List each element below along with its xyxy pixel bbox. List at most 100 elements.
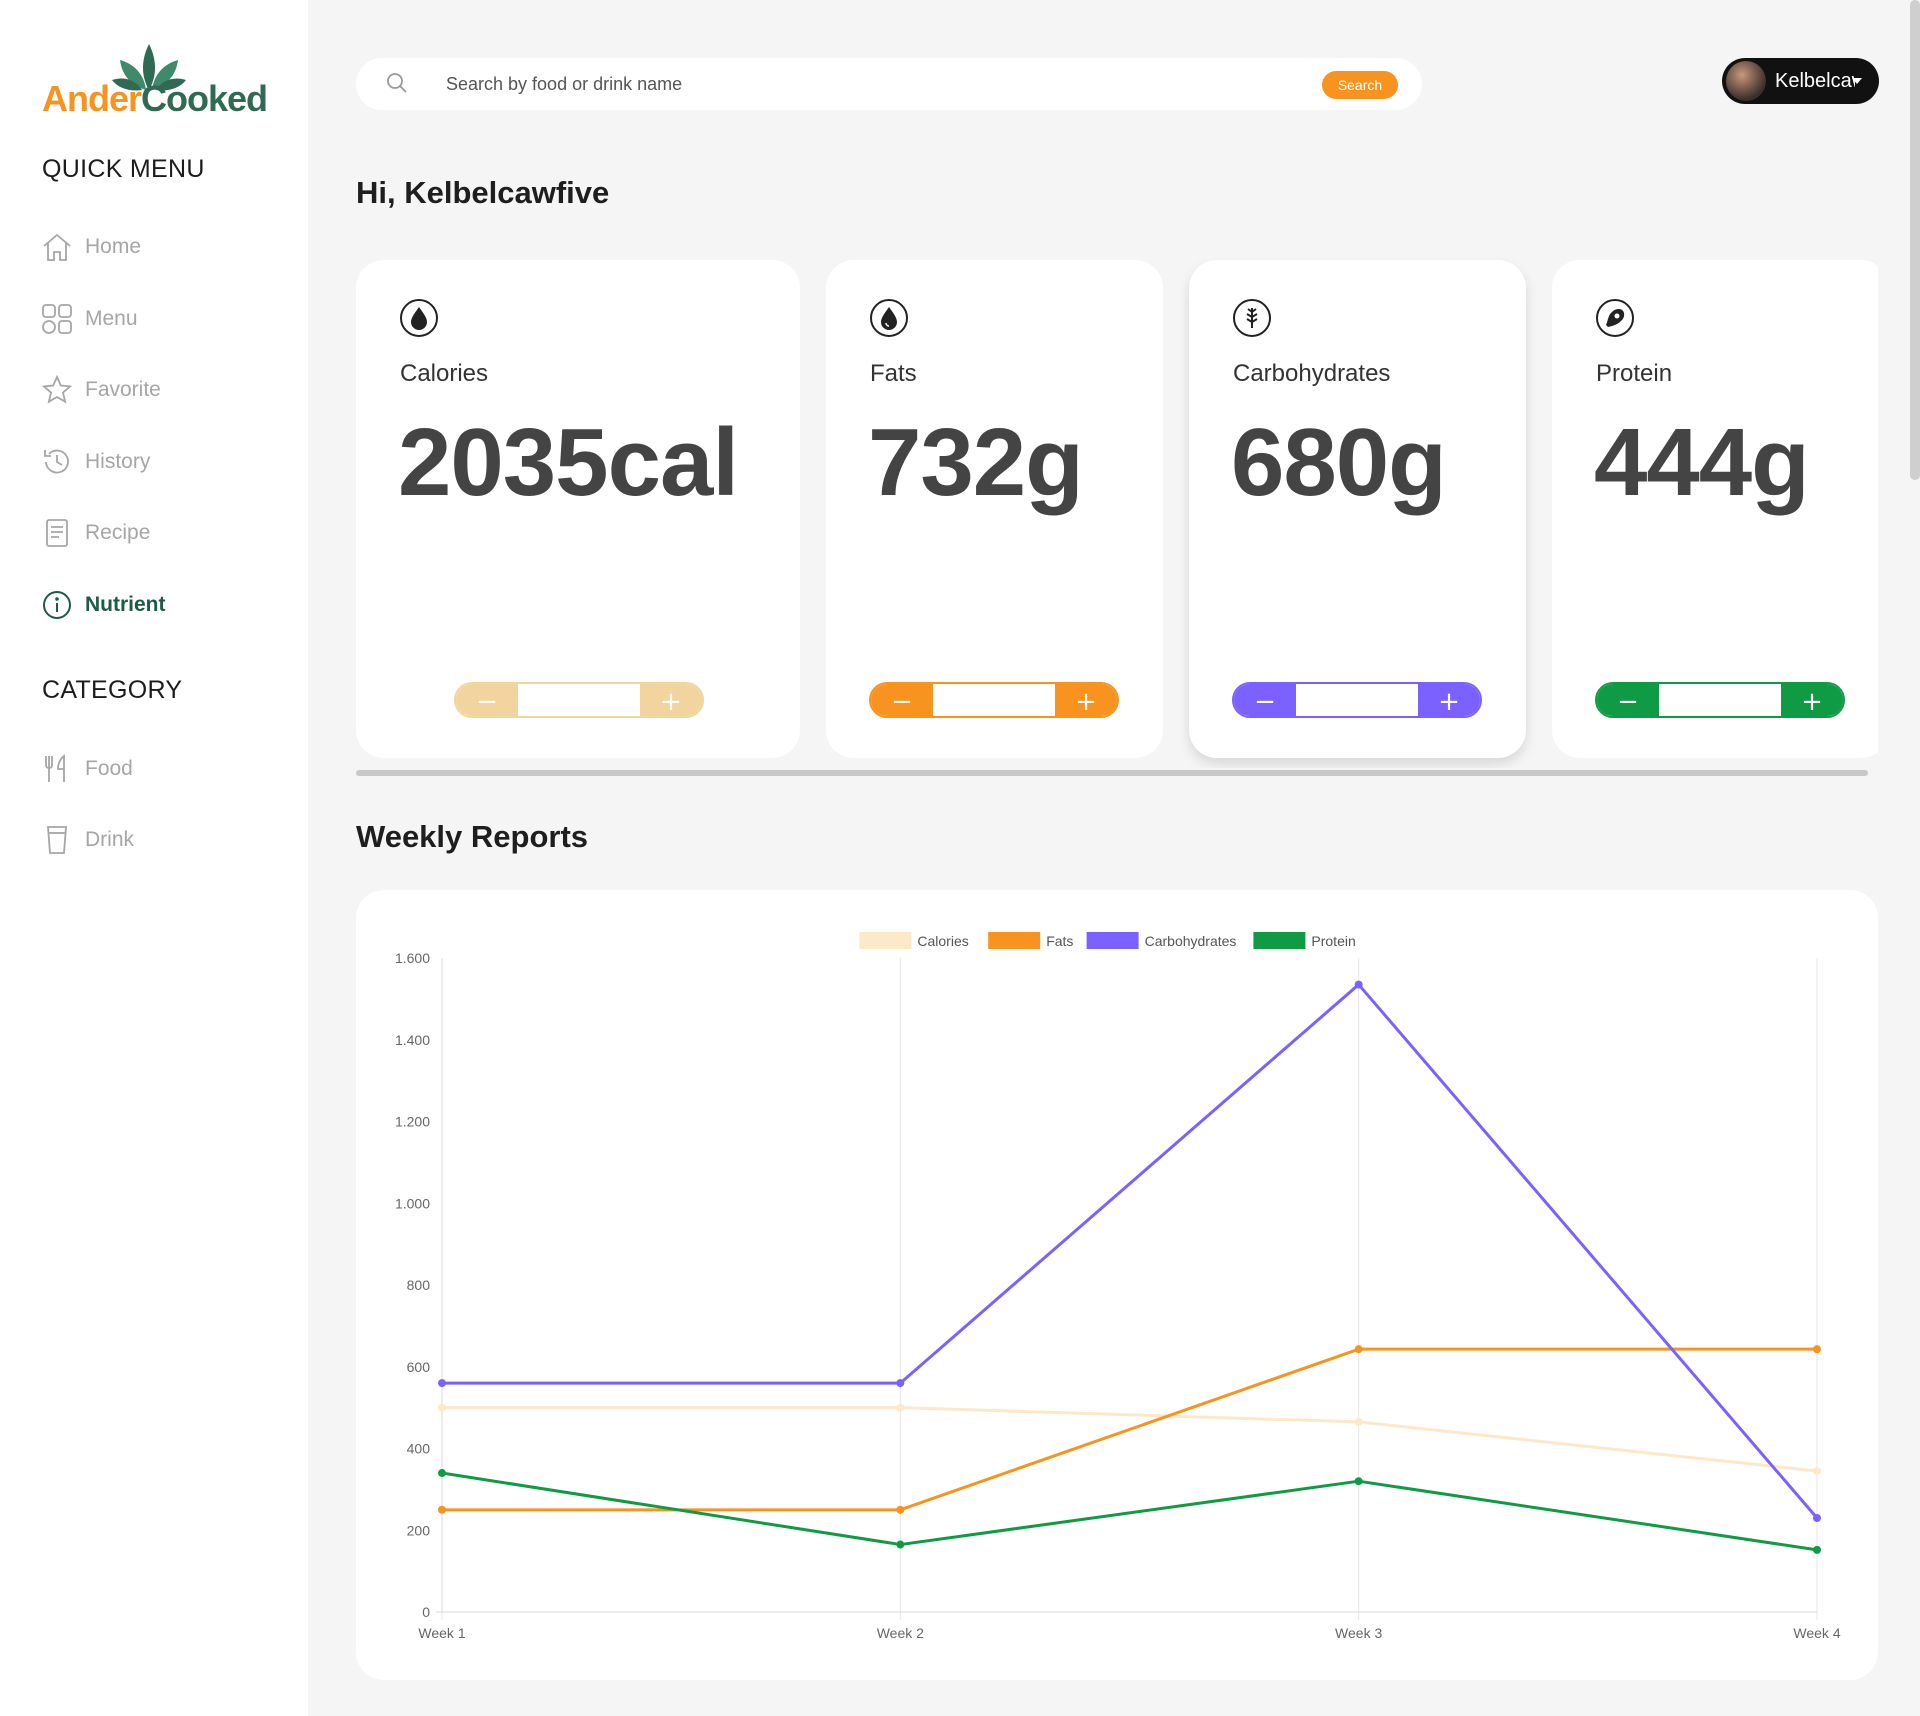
data-point-carbohydrates (438, 1379, 446, 1388)
sidebar: AnderCooked QUICK MENU Home Menu Favorit… (0, 0, 308, 1716)
data-point-carbohydrates (1813, 1513, 1821, 1522)
card-title: Protein (1596, 360, 1673, 387)
x-tick-label: Week 3 (1335, 1625, 1382, 1641)
y-tick-label: 1.600 (395, 950, 430, 966)
data-point-fats (438, 1505, 446, 1514)
sidebar-item-label: Nutrient (85, 593, 166, 616)
series-line-protein (441, 1471, 1818, 1552)
fork-knife-icon (40, 752, 74, 786)
legend-label: Fats (1046, 933, 1073, 949)
data-point-calories (1354, 1417, 1363, 1426)
data-point-calories (1813, 1466, 1821, 1475)
document-icon (40, 516, 74, 550)
legend-swatch-carbohydrates (1086, 932, 1139, 949)
calories-stepper: − + (454, 682, 704, 718)
home-icon (40, 230, 74, 264)
data-point-fats (896, 1505, 905, 1514)
data-point-calories (896, 1403, 905, 1412)
decrement-button[interactable]: − (1234, 684, 1296, 716)
sidebar-item-favorite[interactable]: Favorite (40, 367, 280, 413)
x-tick-label: Week 2 (877, 1625, 924, 1641)
increment-button[interactable]: + (1418, 684, 1480, 716)
card-title: Carbohydrates (1233, 360, 1391, 387)
x-tick-label: Week 4 (1793, 1625, 1840, 1641)
sidebar-item-recipe[interactable]: Recipe (40, 510, 280, 556)
sidebar-item-nutrient[interactable]: Nutrient (40, 582, 280, 628)
sidebar-item-label: History (85, 450, 151, 473)
user-name: Kelbelcawfive (1775, 69, 1855, 92)
nutrient-card-carbohydrates: Carbohydrates 680g − + (1189, 260, 1526, 758)
search-icon[interactable] (386, 72, 408, 99)
history-icon (40, 445, 74, 479)
search-input[interactable] (446, 70, 1326, 98)
legend-label: Calories (917, 933, 968, 949)
quick-menu-title: QUICK MENU (42, 155, 205, 183)
sidebar-item-label: Food (85, 757, 133, 780)
stepper-value[interactable] (1296, 684, 1418, 716)
info-icon (40, 588, 74, 622)
decrement-button[interactable]: − (871, 684, 933, 716)
y-tick-label: 600 (407, 1359, 431, 1375)
greeting: Hi, Kelbelcawfive (356, 175, 610, 210)
user-menu[interactable]: Kelbelcawfive (1722, 58, 1879, 104)
increment-button[interactable]: + (1781, 684, 1843, 716)
stepper-value[interactable] (933, 684, 1055, 716)
card-value: 2035cal (398, 409, 739, 516)
sidebar-item-label: Favorite (85, 378, 161, 401)
series-line-fats (442, 1347, 1817, 1512)
legend-label: Carbohydrates (1145, 933, 1237, 949)
card-value: 444g (1594, 409, 1810, 516)
stepper-value[interactable] (1659, 684, 1781, 716)
y-tick-label: 800 (407, 1277, 431, 1293)
increment-button[interactable]: + (640, 684, 702, 716)
y-tick-label: 400 (407, 1441, 431, 1457)
drop-outline-icon (869, 298, 909, 338)
search-button[interactable]: Search (1322, 71, 1398, 99)
y-tick-label: 1.200 (395, 1114, 430, 1130)
chevron-down-icon (1852, 78, 1862, 84)
data-point-protein (896, 1540, 905, 1549)
sidebar-item-menu[interactable]: Menu (40, 296, 280, 342)
legend-label: Protein (1311, 933, 1355, 949)
weekly-reports-title: Weekly Reports (356, 819, 589, 854)
decrement-button[interactable]: − (456, 684, 518, 716)
sidebar-item-label: Menu (85, 307, 138, 330)
cup-icon (40, 823, 74, 857)
legend-swatch-calories (859, 932, 912, 949)
y-tick-label: 0 (422, 1604, 430, 1620)
card-title: Fats (870, 360, 917, 387)
grid-icon (40, 302, 74, 336)
sidebar-item-drink[interactable]: Drink (40, 817, 280, 863)
meat-icon (1595, 298, 1635, 338)
search-bar: Search (356, 58, 1422, 110)
decrement-button[interactable]: − (1597, 684, 1659, 716)
sidebar-item-food[interactable]: Food (40, 746, 280, 792)
nutrient-card-protein: Protein 444g − + (1552, 260, 1878, 758)
sidebar-item-label: Drink (85, 828, 135, 851)
card-title: Calories (400, 360, 489, 387)
protein-stepper: − + (1595, 682, 1845, 718)
carbohydrates-stepper: − + (1232, 682, 1482, 718)
y-tick-label: 200 (407, 1522, 431, 1538)
sidebar-item-history[interactable]: History (40, 439, 280, 485)
data-point-protein (438, 1469, 446, 1478)
avatar (1726, 61, 1766, 101)
data-point-carbohydrates (1354, 980, 1363, 989)
sidebar-item-label: Recipe (85, 521, 151, 544)
card-value: 732g (868, 409, 1084, 516)
data-point-fats (1813, 1345, 1821, 1354)
cards-scrollbar[interactable] (356, 770, 1868, 776)
star-icon (40, 373, 74, 407)
y-tick-label: 1.000 (395, 1195, 430, 1211)
data-point-carbohydrates (896, 1379, 905, 1388)
wheat-icon (1232, 298, 1272, 338)
page-scrollbar[interactable] (1910, 0, 1920, 480)
category-title: CATEGORY (42, 676, 183, 704)
brand-logo[interactable]: AnderCooked (40, 40, 280, 125)
increment-button[interactable]: + (1055, 684, 1117, 716)
card-value: 680g (1231, 409, 1447, 516)
drop-icon (399, 298, 439, 338)
sidebar-item-home[interactable]: Home (40, 224, 280, 270)
legend-swatch-protein (1253, 932, 1306, 949)
stepper-value[interactable] (518, 684, 640, 716)
